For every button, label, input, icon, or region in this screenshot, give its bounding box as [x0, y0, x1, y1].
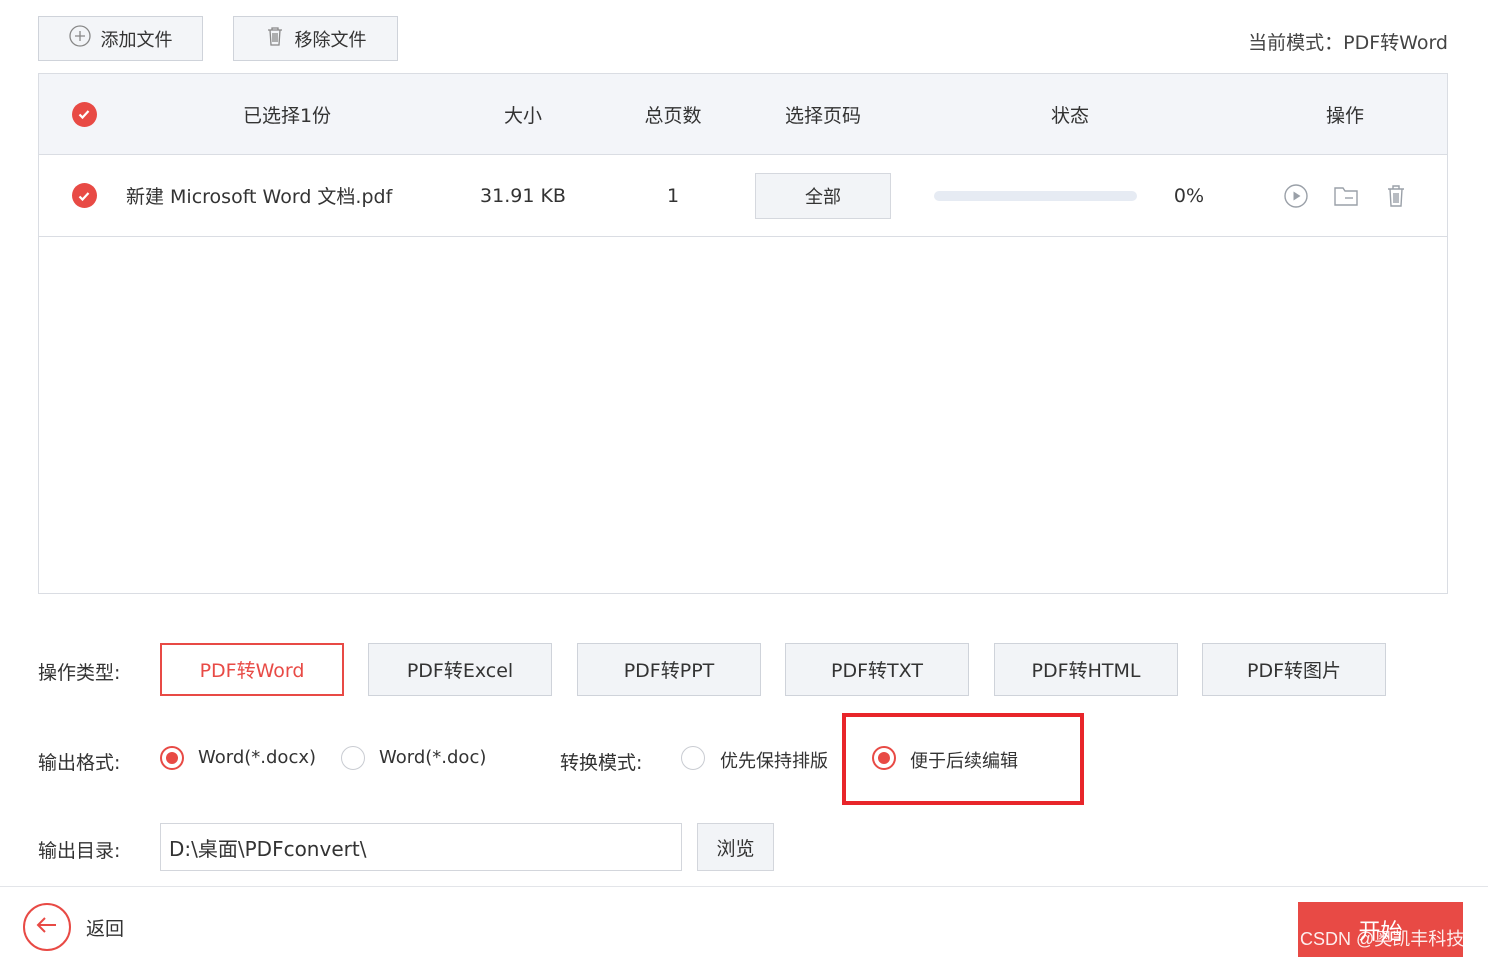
- remove-file-label: 移除文件: [294, 29, 367, 51]
- file-pages: 1: [666, 184, 680, 207]
- format-docx-radio[interactable]: [160, 746, 184, 770]
- header-actions: 操作: [1325, 104, 1364, 127]
- output-dir-input[interactable]: [160, 823, 682, 871]
- progress-cell: [933, 155, 1138, 236]
- check-icon: [71, 101, 97, 127]
- check-icon: [71, 183, 97, 208]
- mode-keep-layout-label[interactable]: 优先保持排版: [720, 747, 828, 773]
- op-pdf-to-image-button[interactable]: PDF转图片: [1202, 643, 1386, 696]
- progress-bar: [934, 190, 1137, 201]
- mode-keep-layout-radio[interactable]: [681, 746, 705, 770]
- table-row: 新建 Microsoft Word 文档.pdf 31.91 KB 1 全部 0…: [39, 155, 1447, 237]
- browse-button[interactable]: 浏览: [697, 823, 774, 871]
- format-doc-label[interactable]: Word(*.doc): [379, 747, 486, 768]
- progress-text: 0%: [1173, 184, 1205, 207]
- table-header: 已选择1份 大小 总页数 选择页码 状态 操作: [39, 74, 1447, 155]
- play-icon[interactable]: [1283, 183, 1309, 209]
- op-pdf-to-word-button[interactable]: PDF转Word: [160, 643, 344, 696]
- format-docx-label[interactable]: Word(*.docx): [198, 747, 316, 768]
- add-file-label: 添加文件: [100, 29, 173, 51]
- highlight-box: [842, 713, 1084, 805]
- op-pdf-to-ppt-button[interactable]: PDF转PPT: [577, 643, 761, 696]
- file-table: 已选择1份 大小 总页数 选择页码 状态 操作 新建 Microsoft Wor…: [38, 73, 1448, 594]
- row-checkbox[interactable]: [69, 155, 99, 236]
- back-button[interactable]: [23, 903, 71, 951]
- remove-file-button[interactable]: 移除文件: [233, 16, 398, 61]
- add-file-button[interactable]: 添加文件: [38, 16, 203, 61]
- header-selected: 已选择1份: [242, 104, 332, 127]
- op-type-label: 操作类型:: [38, 662, 121, 684]
- row-actions: [1271, 155, 1421, 236]
- output-dir-label: 输出目录:: [38, 840, 121, 862]
- folder-icon[interactable]: [1333, 183, 1359, 209]
- trash-icon[interactable]: [1383, 183, 1409, 209]
- select-all-checkbox[interactable]: [69, 74, 99, 154]
- op-pdf-to-excel-button[interactable]: PDF转Excel: [368, 643, 552, 696]
- header-size: 大小: [503, 104, 542, 127]
- header-page-select: 选择页码: [784, 104, 861, 127]
- bottom-bar: [0, 886, 1488, 957]
- plus-circle-icon: [68, 25, 91, 52]
- watermark-text: CSDN @奥凯丰科技: [1300, 929, 1465, 949]
- convert-mode-label: 转换模式:: [560, 752, 643, 774]
- header-status: 状态: [1050, 104, 1089, 127]
- header-pages: 总页数: [644, 104, 702, 127]
- back-label[interactable]: 返回: [86, 914, 124, 941]
- format-doc-radio[interactable]: [341, 746, 365, 770]
- output-format-label: 输出格式:: [38, 752, 121, 774]
- page-select-button[interactable]: 全部: [755, 172, 891, 219]
- arrow-left-icon: [35, 915, 59, 939]
- page-select-cell: 全部: [755, 155, 891, 236]
- file-size: 31.91 KB: [480, 184, 566, 207]
- op-pdf-to-html-button[interactable]: PDF转HTML: [994, 643, 1178, 696]
- op-pdf-to-txt-button[interactable]: PDF转TXT: [785, 643, 969, 696]
- current-mode-text: 当前模式：PDF转Word: [1248, 32, 1448, 54]
- file-name: 新建 Microsoft Word 文档.pdf: [126, 186, 393, 208]
- trash-icon: [265, 25, 285, 52]
